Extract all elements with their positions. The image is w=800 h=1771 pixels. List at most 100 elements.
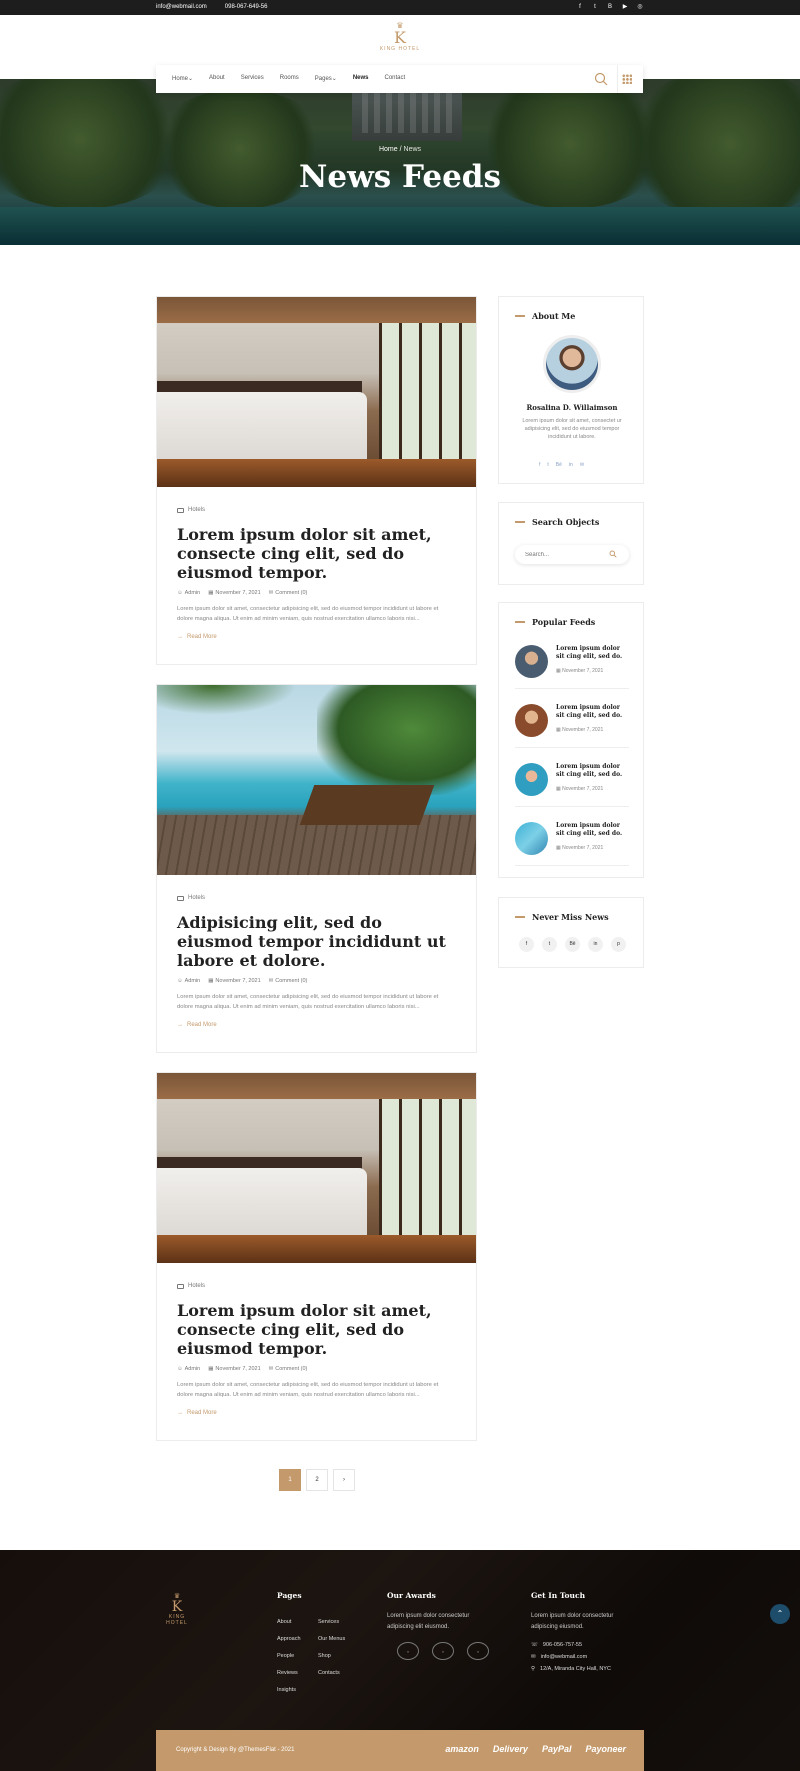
nav-item-pages[interactable]: Pages⌄ [315, 75, 337, 82]
post-card: Hotels Adipisicing elit, sed do eiusmod … [156, 684, 477, 1053]
scroll-to-top-button[interactable]: ⌃ [770, 1604, 790, 1624]
footer-link-contacts[interactable]: Contacts [318, 1665, 345, 1682]
brand-delivery-logo: Delivery [492, 1744, 528, 1754]
post-author[interactable]: ☺ Admin [177, 978, 200, 984]
user-icon: ☺ [177, 1366, 183, 1372]
pinterest-icon[interactable]: p [611, 937, 626, 952]
post-image-bedroom[interactable] [157, 297, 476, 487]
award-badge-icon: ✦ [432, 1642, 454, 1660]
calendar-icon: ▦ [208, 978, 214, 984]
nav-item-news[interactable]: News [353, 75, 369, 82]
post-excerpt: Lorem ipsum dolor sit amet, consectetur … [177, 1382, 439, 1398]
breadcrumb-home[interactable]: Home [379, 146, 398, 153]
search-input[interactable] [525, 549, 605, 560]
about-widget: About Me Rosalina D. Willaimson Lorem ip… [498, 296, 644, 484]
avatar [543, 335, 601, 393]
post-date: ▦ November 7, 2021 [208, 590, 261, 596]
feed-date: ▦ November 7, 2021 [556, 786, 604, 792]
calendar-icon: ▦ [208, 1366, 214, 1372]
footer-pages-title: Pages [277, 1591, 302, 1600]
footer-logo[interactable]: ♛ K KING HOTEL [157, 1592, 197, 1626]
post-image-bedroom[interactable] [157, 1073, 476, 1263]
behance-icon[interactable]: Bē [565, 937, 580, 952]
twitter-icon[interactable]: t [591, 3, 599, 11]
brand-payoneer-logo: Payoneer [585, 1744, 626, 1754]
post-excerpt: Lorem ipsum dolor sit amet, consectetur … [177, 606, 439, 622]
page-button-2[interactable]: 2 [306, 1469, 328, 1491]
post-title[interactable]: Lorem ipsum dolor sit amet, consecte cin… [177, 525, 456, 582]
facebook-icon[interactable]: f [519, 937, 534, 952]
feed-title[interactable]: Lorem ipsum dolor sit cing elit, sed do. [556, 763, 629, 779]
post-category[interactable]: Hotels [177, 507, 456, 513]
footer-link-shop[interactable]: Shop [318, 1648, 345, 1665]
footer-phone[interactable]: ☏ 906-056-757-55 [531, 1642, 582, 1648]
nav-item-about[interactable]: About [209, 75, 225, 82]
nav-item-services[interactable]: Services [241, 75, 264, 82]
footer-link-people[interactable]: People [277, 1648, 301, 1665]
logo-name: KING HOTEL [379, 46, 421, 52]
comment-icon: ✉ [268, 978, 274, 984]
feed-thumbnail [515, 645, 548, 678]
popular-feed-item[interactable]: Lorem ipsum dolor sit cing elit, sed do.… [515, 698, 629, 748]
comment-icon: ✉ [268, 1366, 274, 1372]
post-author[interactable]: ☺ Admin [177, 590, 200, 596]
post-comments[interactable]: ✉ Comment (0) [269, 1366, 308, 1372]
feed-title[interactable]: Lorem ipsum dolor sit cing elit, sed do. [556, 645, 629, 661]
footer-link-approach[interactable]: Approach [277, 1631, 301, 1648]
instagram-icon[interactable]: ◎ [636, 3, 644, 11]
comment-icon: ✉ [268, 590, 274, 596]
footer-address: ⚲ 12/A, Miranda City Hall, NYC [531, 1666, 611, 1672]
post-comments[interactable]: ✉ Comment (0) [269, 590, 308, 596]
popular-feed-item[interactable]: Lorem ipsum dolor sit cing elit, sed do.… [515, 639, 629, 689]
footer-link-insights[interactable]: Insights [277, 1682, 301, 1699]
footer-email[interactable]: ✉ info@webmail.com [531, 1654, 587, 1660]
grid-menu-icon[interactable] [622, 74, 632, 84]
site-logo[interactable]: ♛ K KING HOTEL [370, 22, 430, 58]
post-comments[interactable]: ✉ Comment (0) [269, 978, 308, 984]
twitter-icon[interactable]: t [547, 462, 548, 468]
post-image-pool[interactable] [157, 685, 476, 875]
arrow-right-icon: → [177, 1022, 183, 1028]
youtube-icon[interactable]: ▶ [621, 3, 629, 11]
read-more-link[interactable]: → Read More [177, 634, 456, 640]
next-page-button[interactable]: › [333, 1469, 355, 1491]
nav-item-contact[interactable]: Contact [385, 75, 406, 82]
post-title[interactable]: Lorem ipsum dolor sit amet, consecte cin… [177, 1301, 456, 1358]
nav-item-home[interactable]: Home⌄ [172, 75, 193, 82]
breadcrumb-current: News [403, 146, 422, 153]
behance-icon[interactable]: B [606, 3, 614, 11]
feed-title[interactable]: Lorem ipsum dolor sit cing elit, sed do. [556, 704, 629, 720]
copyright: Copyright & Design By @ThemesFlat - 2021 [176, 1747, 295, 1753]
topbar-email[interactable]: info@webmail.com [156, 4, 207, 10]
post-author[interactable]: ☺ Admin [177, 1366, 200, 1372]
footer-link-about[interactable]: About [277, 1614, 301, 1631]
popular-feed-item[interactable]: Lorem ipsum dolor sit cing elit, sed do.… [515, 757, 629, 807]
linkedin-icon[interactable]: in [588, 937, 603, 952]
linkedin-icon[interactable]: in [569, 462, 573, 468]
popular-feed-item[interactable]: Lorem ipsum dolor sit cing elit, sed do.… [515, 816, 629, 866]
facebook-icon[interactable]: f [539, 462, 540, 468]
about-title: About Me [532, 311, 576, 321]
topbar-phone[interactable]: 098-067-649-56 [225, 4, 268, 10]
post-category[interactable]: Hotels [177, 1283, 456, 1289]
search-icon[interactable] [609, 550, 617, 558]
search-icon[interactable] [593, 71, 609, 87]
feed-title[interactable]: Lorem ipsum dolor sit cing elit, sed do. [556, 822, 629, 838]
behance-icon[interactable]: Bē [556, 462, 562, 468]
post-category[interactable]: Hotels [177, 895, 456, 901]
footer-link-reviews[interactable]: Reviews [277, 1665, 301, 1682]
mail-icon[interactable]: ✉ [580, 462, 584, 468]
page-button-1[interactable]: 1 [279, 1469, 301, 1491]
nav-item-rooms[interactable]: Rooms [280, 75, 299, 82]
footer-link-our-menus[interactable]: Our Menus [318, 1631, 345, 1648]
post-title[interactable]: Adipisicing elit, sed do eiusmod tempor … [177, 913, 456, 970]
post-date: ▦ November 7, 2021 [208, 1366, 261, 1372]
facebook-icon[interactable]: f [576, 3, 584, 11]
popular-title: Popular Feeds [532, 617, 596, 627]
author-name: Rosalina D. Willaimson [526, 403, 618, 412]
read-more-link[interactable]: → Read More [177, 1410, 456, 1416]
search-field [515, 545, 629, 564]
footer-link-services[interactable]: Services [318, 1614, 345, 1631]
twitter-icon[interactable]: t [542, 937, 557, 952]
read-more-link[interactable]: → Read More [177, 1022, 456, 1028]
